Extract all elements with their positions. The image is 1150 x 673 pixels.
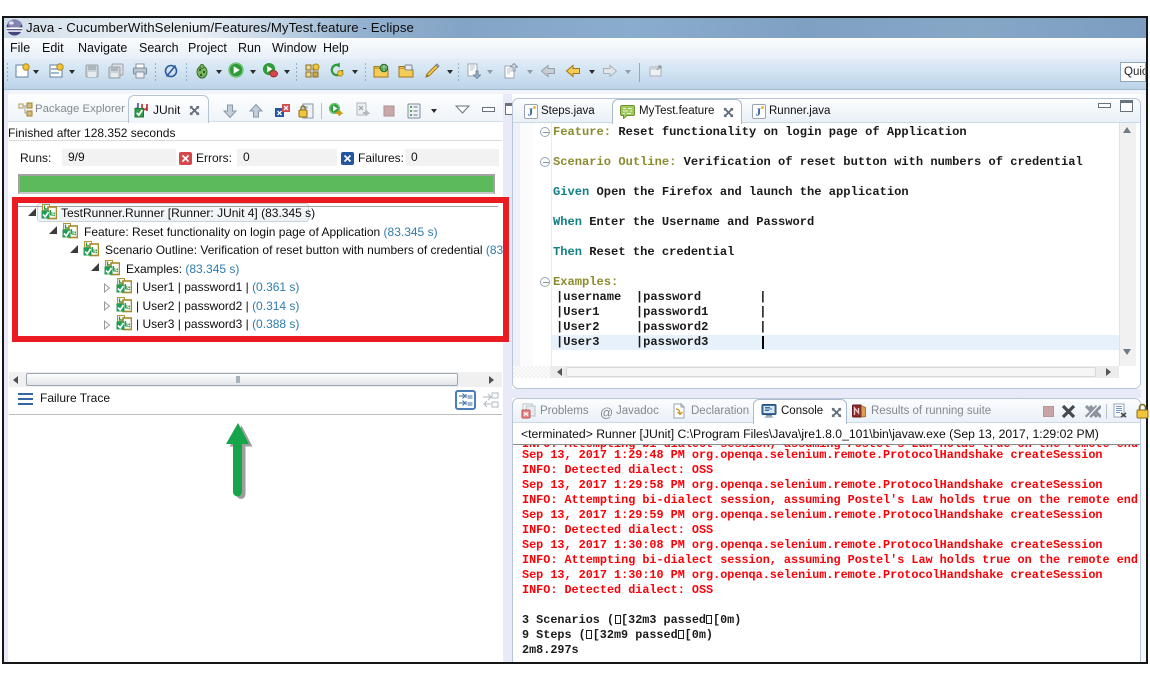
svg-text:J: J (756, 107, 762, 119)
svg-text:J: J (528, 107, 534, 119)
